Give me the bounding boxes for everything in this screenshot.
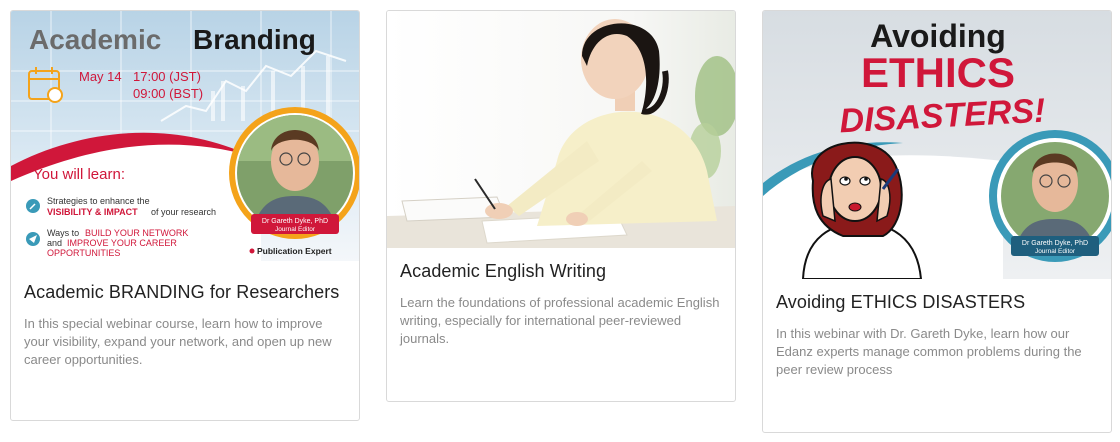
speaker-name: Dr Gareth Dyke, PhD (262, 218, 328, 225)
banner-headline-1: Academic (29, 24, 161, 55)
key-icon (26, 199, 40, 213)
point-1-line-2-rest: of your research (151, 207, 216, 217)
badge-publication-expert: Publication Expert (257, 246, 332, 256)
bullet-dot (249, 248, 255, 254)
course-card-academic-english-writing[interactable]: Academic English Writing Learn the found… (386, 10, 736, 402)
banner-time-2: 09:00 (BST) (133, 86, 203, 101)
speaker-name: Dr Gareth Dyke, PhD (1022, 240, 1088, 247)
banner-headline-2: ETHICS (861, 49, 1015, 96)
point-2-line-2: and (47, 238, 62, 248)
card-title[interactable]: Academic BRANDING for Researchers (24, 282, 339, 303)
point-1-line-2: VISIBILITY & IMPACT (47, 207, 138, 217)
banner-headline-2: Branding (193, 24, 316, 55)
point-2-line-2-em: IMPROVE YOUR CAREER (67, 238, 177, 248)
card-title[interactable]: Academic English Writing (400, 261, 606, 282)
card-description: In this special webinar course, learn ho… (24, 316, 332, 367)
point-2-line-3-em: OPPORTUNITIES (47, 248, 120, 258)
course-thumbnail[interactable] (387, 11, 735, 248)
card-description: In this webinar with Dr. Gareth Dyke, le… (776, 326, 1082, 377)
course-thumbnail[interactable]: Dr Gareth Dyke, PhD Journal Editor Avoid… (763, 11, 1111, 279)
course-card-academic-branding[interactable]: Academic Branding May 14 17:00 (JST) 09:… (10, 10, 360, 421)
send-icon (26, 232, 40, 246)
banner-time-1: 17:00 (JST) (133, 69, 201, 84)
point-1-line-1: Strategies to enhance the (47, 196, 150, 206)
card-title[interactable]: Avoiding ETHICS DISASTERS (776, 292, 1025, 313)
learn-heading: You will learn: (33, 166, 125, 183)
course-thumbnail[interactable]: Academic Branding May 14 17:00 (JST) 09:… (11, 11, 359, 261)
course-card-avoiding-ethics-disasters[interactable]: Dr Gareth Dyke, PhD Journal Editor Avoid… (762, 10, 1112, 433)
banner-date: May 14 (79, 69, 122, 84)
point-2-line-1: Ways to (47, 228, 79, 238)
point-2-line-1-em: BUILD YOUR NETWORK (85, 228, 188, 238)
speaker-role: Journal Editor (275, 226, 316, 233)
card-description: Learn the foundations of professional ac… (400, 295, 720, 346)
speaker-role: Journal Editor (1035, 248, 1076, 255)
